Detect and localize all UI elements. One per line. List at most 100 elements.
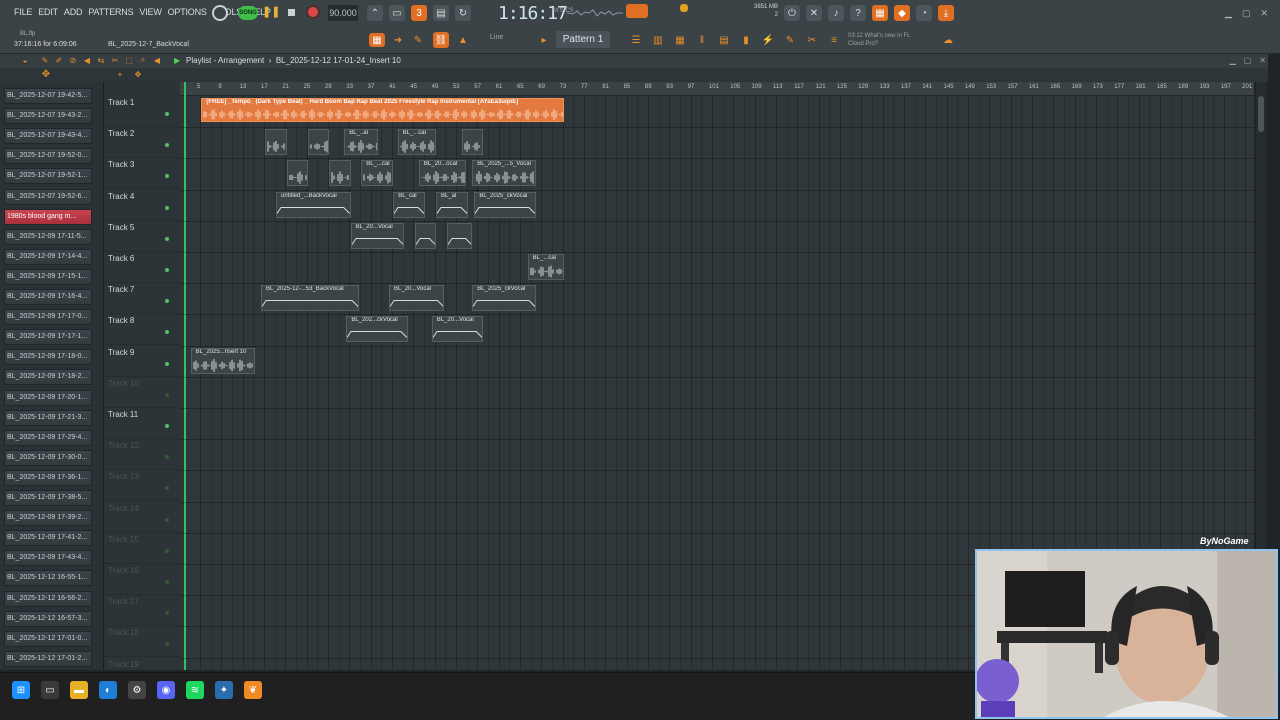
browser-item[interactable]: BL_2025-12-09 17-17-1... [4, 329, 92, 346]
track-name[interactable]: Track 9 [108, 348, 134, 357]
wrench-icon[interactable]: ✎ [782, 32, 798, 48]
pattern-selector[interactable]: Pattern 1 [556, 31, 610, 48]
browser-item[interactable]: BL_2025-12-09 17-18-2... [4, 369, 92, 386]
track-header[interactable]: Track 10 [104, 377, 180, 408]
pattern-prev-icon[interactable]: ▸ [538, 33, 550, 47]
track-name[interactable]: Track 3 [108, 160, 134, 169]
track-enable-led[interactable] [165, 486, 169, 491]
snap-selector[interactable]: Line [490, 34, 503, 41]
track-enable-led[interactable] [165, 143, 169, 148]
plugin-icon[interactable]: ◆ [894, 5, 910, 21]
audio-clip[interactable]: BL_...cal [361, 160, 394, 187]
windows-start-icon[interactable]: ⊞ [12, 681, 30, 699]
track-header[interactable]: Track 4 [104, 190, 180, 221]
audio-clip[interactable] [329, 160, 351, 187]
playlist-view-icon[interactable]: ▦ [369, 33, 385, 47]
track-header[interactable]: Track 1 [104, 96, 180, 127]
mute-tool-icon[interactable]: ◀ [82, 54, 92, 66]
menu-add[interactable]: ADD [64, 7, 83, 17]
track-enable-led[interactable] [165, 268, 169, 272]
plug-icon[interactable]: ⚡ [760, 32, 776, 48]
zoom-tool-icon[interactable]: ⌕ [138, 54, 148, 66]
track-enable-led[interactable] [165, 455, 169, 460]
audio-clip[interactable]: BL_2025_ckVocal [472, 285, 537, 312]
timeline-ruler[interactable]: 5 9 13 17 21 25 29 33 37 41 45 49 53 57 61 65 69 73 77 81 85… [180, 82, 1254, 96]
arrow-right-icon[interactable]: ➜ [391, 33, 405, 47]
browser-item[interactable]: BL_2025-12-09 17-36-1... [4, 469, 92, 486]
audio-clip[interactable]: BL_...cal [397, 129, 436, 156]
track-header[interactable]: Track 16 [104, 564, 180, 595]
audio-clip[interactable]: BL_2025...nsert 10 [190, 347, 255, 374]
browser-view-icon[interactable]: ▤ [716, 32, 732, 48]
browser-item[interactable]: BL_2025-12-07 19-43-4... [4, 128, 92, 145]
browser-item[interactable]: BL_2025-12-09 17-39-2... [4, 510, 92, 527]
menu-options[interactable]: OPTIONS [168, 7, 207, 17]
browser-item[interactable]: BL_2025-12-12 16-57-3... [4, 610, 92, 627]
close-icon[interactable]: ✕ [1260, 8, 1268, 19]
track-name[interactable]: Track 7 [108, 285, 134, 294]
refresh-icon[interactable] [212, 5, 228, 21]
playlist-minimize-icon[interactable]: ▁ [1230, 56, 1236, 65]
browser-item[interactable]: BL_2025-12-07 19-42-5... [4, 88, 92, 104]
marker-icon[interactable]: ≡ [826, 32, 842, 48]
browser-item[interactable]: 1980s blood gang m... [4, 208, 92, 225]
track-enable-led[interactable] [165, 112, 169, 116]
channel-rack-icon[interactable]: ▥ [650, 32, 666, 48]
track-name[interactable]: Track 11 [108, 410, 138, 419]
news-panel[interactable]: 03:12 What's new in FL Cloud Pro? [848, 32, 938, 48]
task-view-icon[interactable]: ▭ [41, 681, 59, 699]
countdown-icon[interactable]: 3 [411, 5, 427, 21]
move-icon[interactable]: ✥ [40, 68, 52, 80]
audio-clip[interactable]: BL_20...ocal [418, 160, 466, 187]
minimize-icon[interactable]: ▁ [1225, 8, 1232, 19]
maximize-icon[interactable]: ▢ [1242, 8, 1251, 19]
browser-item[interactable]: BL_2025-12-07 19-52-1... [4, 168, 92, 185]
track-name[interactable]: Track 16 [108, 566, 139, 575]
track-enable-led[interactable] [165, 517, 169, 522]
track-name[interactable]: Track 4 [108, 192, 134, 201]
track-name[interactable]: Track 8 [108, 316, 134, 325]
audio-clip[interactable] [265, 129, 287, 156]
browser-item[interactable]: BL_2025-12-12 17-01-0... [4, 630, 92, 647]
track-name[interactable]: Track 10 [108, 379, 139, 388]
track-name[interactable]: Track 15 [108, 535, 139, 544]
browser-item[interactable]: BL_2025-12-09 17-29-4... [4, 429, 92, 446]
zoom-fit-icon[interactable]: ✥ [132, 68, 144, 80]
browser-item[interactable]: BL_2025-12-12 17-01-2... [4, 650, 92, 667]
menu-file[interactable]: FILE [14, 7, 32, 17]
add-track-icon[interactable]: + [114, 68, 126, 80]
delete-tool-icon[interactable]: ⊘ [68, 54, 78, 66]
track-name[interactable]: Track 17 [108, 597, 139, 606]
audio-clip[interactable]: BL_20...Vocal [389, 285, 445, 312]
magnet-icon[interactable]: ◒ [20, 54, 30, 66]
track-header[interactable]: Track 18 [104, 626, 180, 658]
wait-input-icon[interactable]: ▭ [389, 5, 405, 21]
track-name[interactable]: Track 12 [108, 441, 139, 450]
menu-view[interactable]: VIEW [139, 7, 161, 17]
audio-clip[interactable]: BL_2025_ckVocal [474, 191, 537, 218]
track-header[interactable]: Track 7 [104, 283, 180, 315]
track-enable-led[interactable] [165, 299, 169, 304]
pencil-icon[interactable]: ✎ [411, 33, 425, 47]
track-header[interactable]: Track 5 [104, 221, 180, 252]
menu-edit[interactable]: EDIT [38, 7, 58, 17]
browser-item[interactable]: BL_2025-12-09 17-14-4... [4, 248, 92, 265]
metronome-icon[interactable]: ⌃ [367, 5, 383, 21]
step-edit-icon[interactable]: ▤ [433, 5, 449, 21]
stamp-icon[interactable]: ▲ [456, 33, 470, 47]
stop-button[interactable] [284, 5, 298, 19]
browser-item[interactable]: BL_2025-12-09 17-41-2... [4, 530, 92, 547]
mixer-icon[interactable]: ✕ [806, 5, 822, 21]
browser-item[interactable]: BL_2025-12-07 19-43-2... [4, 108, 92, 125]
audio-clip[interactable] [414, 222, 436, 249]
browser-item[interactable]: BL_2025-12-09 17-38-5... [4, 490, 92, 506]
fl-orange-icon[interactable]: ❦ [244, 681, 262, 699]
track-name[interactable]: Track 5 [108, 223, 134, 232]
audio-clip[interactable] [446, 222, 473, 249]
audio-clip[interactable]: BL_..al [344, 129, 379, 156]
settings-icon[interactable]: ⚙ [128, 681, 146, 699]
file-explorer-icon[interactable]: ▬ [70, 681, 88, 699]
draw-tool-icon[interactable]: ✎ [40, 54, 50, 66]
track-enable-led[interactable] [165, 361, 169, 366]
track-enable-led[interactable] [165, 548, 169, 553]
